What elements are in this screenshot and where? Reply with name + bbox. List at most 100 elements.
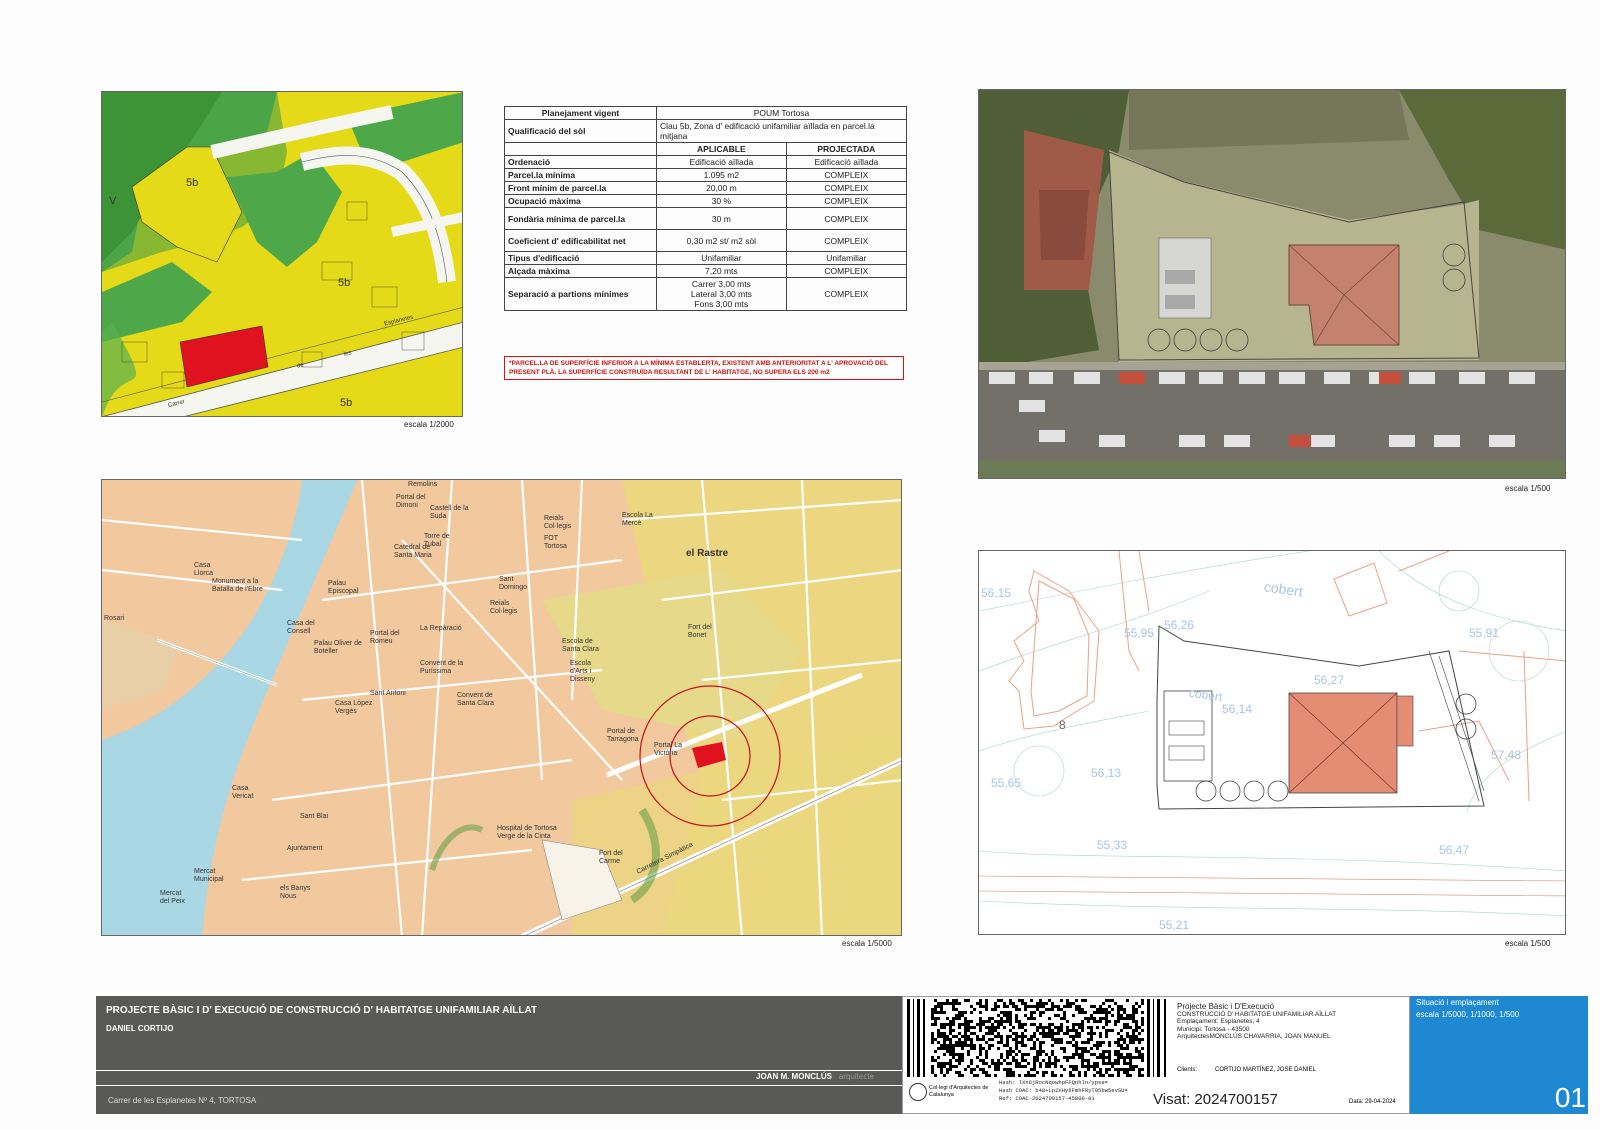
- map-label: Sant Antoni: [370, 690, 406, 697]
- separacio-carrer: Carrer 3,00 mts: [691, 279, 751, 289]
- site-plan: 56,15 55,95 56,26 56,27 56,14 55,91 56,1…: [978, 550, 1566, 935]
- row-label: Coeficient d' edificabilitat net: [504, 229, 657, 252]
- row-aplicable: 30 %: [656, 194, 787, 208]
- row-aplicable: Unifamiliar: [656, 251, 787, 265]
- planejament-value: POUM Tortosa: [656, 106, 907, 120]
- map-label: Monument a la Batalla de l'Ebre: [212, 578, 263, 593]
- map-label: Escola de Santa Clara: [562, 638, 599, 653]
- sheet-number: 01: [1554, 1082, 1586, 1113]
- zoning-map-scale: escala 1/2000: [404, 420, 454, 429]
- col-projectada: PROJECTADA: [785, 142, 908, 156]
- architect-signature-bar: JOAN M. MONCLÚS arquitecte: [96, 1070, 902, 1086]
- hash-line: Hash COAC: b48+Lp2XHy6FmhFRyT95bw5evSU=: [999, 1087, 1128, 1094]
- hash-block: Hash: lXn6jRocNqowhpFFQnhln/ypse= Hash C…: [999, 1079, 1128, 1103]
- row-projectada: Unifamiliar: [785, 251, 908, 265]
- map-label: Casa Vericat: [232, 785, 254, 800]
- street-esplanetes: [103, 322, 462, 416]
- label-cobert: cobert: [1263, 578, 1304, 600]
- map-label: Sant Domingo: [499, 576, 528, 591]
- zone-label-v: V: [109, 195, 117, 207]
- row-projectada: COMPLEIX: [785, 207, 908, 230]
- row-aplicable: 1.095 m2: [656, 168, 787, 182]
- table-row: Ordenació Edificació aïllada Edificació …: [504, 155, 908, 169]
- aerial-photo: [978, 89, 1566, 479]
- street-label-de: de: [296, 362, 305, 370]
- label-number-8: 8: [1059, 718, 1066, 732]
- map-label: Ajuntament: [287, 845, 323, 852]
- map-label: Rosari: [104, 615, 125, 622]
- barcode: [907, 999, 1166, 1077]
- row-projectada: Edificació aïllada: [785, 155, 908, 169]
- coac-seal-icon: [909, 1083, 927, 1101]
- elevation-label: 56,47: [1439, 843, 1470, 857]
- elevation-label: 55,21: [1159, 918, 1190, 932]
- elevation-label: 56,13: [1091, 766, 1122, 780]
- parcel-note: *PARCEL.LA DE SUPERFÍCIE INFERIOR A LA M…: [504, 356, 904, 380]
- stamp-line: Projecte Bàsic i D'Execució: [1177, 1002, 1275, 1011]
- map-label: el Rastre: [686, 548, 729, 559]
- table-row: Alçada màxima 7,20 mts COMPLEIX: [504, 264, 908, 278]
- table-row: Qualificació del sòl Clau 5b, Zona d' ed…: [504, 119, 907, 143]
- map-label: Torre de Tubal: [424, 533, 450, 548]
- zoning-map: 5b V 5b 5b Carrer de les Esplanetes: [101, 91, 463, 417]
- row-projectada: COMPLEIX: [785, 168, 908, 182]
- elevation-label: 55,33: [1097, 838, 1128, 852]
- aerial-photo-drawing: [979, 90, 1565, 478]
- map-label: Casa López Vergés: [335, 700, 373, 715]
- project-title: PROJECTE BÀSIC I D' EXECUCIÓ DE CONSTRUC…: [106, 1005, 538, 1016]
- separacio-values: Carrer 3,00 mts Lateral 3,00 mts Fons 3,…: [656, 277, 787, 311]
- stamp-line: Municipi: Tortosa - 43500: [1177, 1025, 1250, 1033]
- map-label: Castell de la Suda: [430, 505, 469, 520]
- elevation-label: 55,65: [991, 776, 1022, 790]
- row-projectada: COMPLEIX: [785, 194, 908, 208]
- map-label: Remolins: [408, 481, 438, 488]
- separacio-projectada: COMPLEIX: [785, 277, 908, 311]
- table-row: Tipus d'edificació Unifamiliar Unifamili…: [504, 251, 908, 265]
- elevation-label: 55,95: [1124, 626, 1155, 640]
- separacio-fons: Fons 3,00 mts: [694, 299, 749, 309]
- qr-pattern: [931, 999, 1144, 1077]
- table-row: Coeficient d' edificabilitat net 0,30 m2…: [504, 229, 908, 252]
- row-label: Front mínim de parcel.la: [504, 181, 657, 195]
- hash-line: Hash: lXn6jRocNqowhpFFQnhln/ypse=: [999, 1079, 1108, 1086]
- row-label: Fondària mínima de parcel.la: [504, 207, 657, 230]
- visat-date: Data: 29-04-2024: [1349, 1099, 1396, 1105]
- hash-line: Ref: COAC-2024700157-45800-01: [999, 1095, 1095, 1102]
- elevation-label: 57,48: [1491, 748, 1522, 762]
- row-label: Ocupació màxima: [504, 194, 657, 208]
- architect-name: JOAN M. MONCLÚS: [756, 1072, 832, 1081]
- table-row: Planejament vigent POUM Tortosa: [504, 106, 907, 120]
- map-label: Portal del Romeu: [370, 630, 400, 645]
- elevation-label: 56,27: [1314, 673, 1345, 687]
- zoning-map-drawing: [102, 92, 462, 416]
- row-aplicable: 0,30 m2 st/ m2 sòl: [656, 229, 787, 252]
- map-label: Portal La Victòria: [654, 742, 683, 757]
- row-projectada: COMPLEIX: [785, 264, 908, 278]
- row-aplicable: Edificació aïllada: [656, 155, 787, 169]
- table-row: Parcel.la mínima 1.095 m2 COMPLEIX: [504, 168, 908, 182]
- sheet-scale: escala 1/5000, 1/1000, 1/500: [1416, 1010, 1520, 1019]
- elevation-label: 56,26: [1164, 618, 1195, 632]
- map-label: Reials Col·legis: [490, 600, 518, 615]
- map-label: La Repàració: [420, 625, 462, 632]
- row-label: Alçada màxima: [504, 264, 657, 278]
- map-label: Reials Col·legis: [544, 515, 572, 530]
- table-header-row: APLICABLE PROJECTADA: [504, 142, 908, 156]
- map-label: Fort del Carme: [599, 850, 623, 865]
- qualificacio-value: Clau 5b, Zona d' edificació unifamiliar …: [656, 119, 907, 143]
- map-label: Casa del Consell: [287, 620, 315, 635]
- stamp-text: Projecte Bàsic i D'Execució CONSTRUCCIÓ …: [1177, 1003, 1336, 1041]
- qualificacio-label: Qualificació del sòl: [504, 119, 657, 143]
- project-address: Carrer de les Esplanetes Nº 4, TORTOSA: [108, 1096, 257, 1105]
- sheet-title: Situació i emplaçament: [1416, 998, 1499, 1007]
- map-label: Mercat Municipal: [194, 868, 224, 883]
- separacio-lateral: Lateral 3,00 mts: [690, 289, 752, 299]
- stamp-line: Emplaçament: Esplanetes, 4: [1177, 1018, 1260, 1025]
- urban-parameters-table: Planejament vigent POUM Tortosa Qualific…: [504, 106, 908, 311]
- zone-label-5b-1: 5b: [186, 177, 199, 189]
- row-projectada: COMPLEIX: [785, 229, 908, 252]
- site-plan-scale: escala 1/500: [1505, 939, 1551, 948]
- visat-number: Visat: 2024700157: [1153, 1091, 1278, 1108]
- client-name: DANIEL CORTIJO: [106, 1024, 174, 1033]
- map-label: Convent de la Puríssima: [420, 660, 464, 675]
